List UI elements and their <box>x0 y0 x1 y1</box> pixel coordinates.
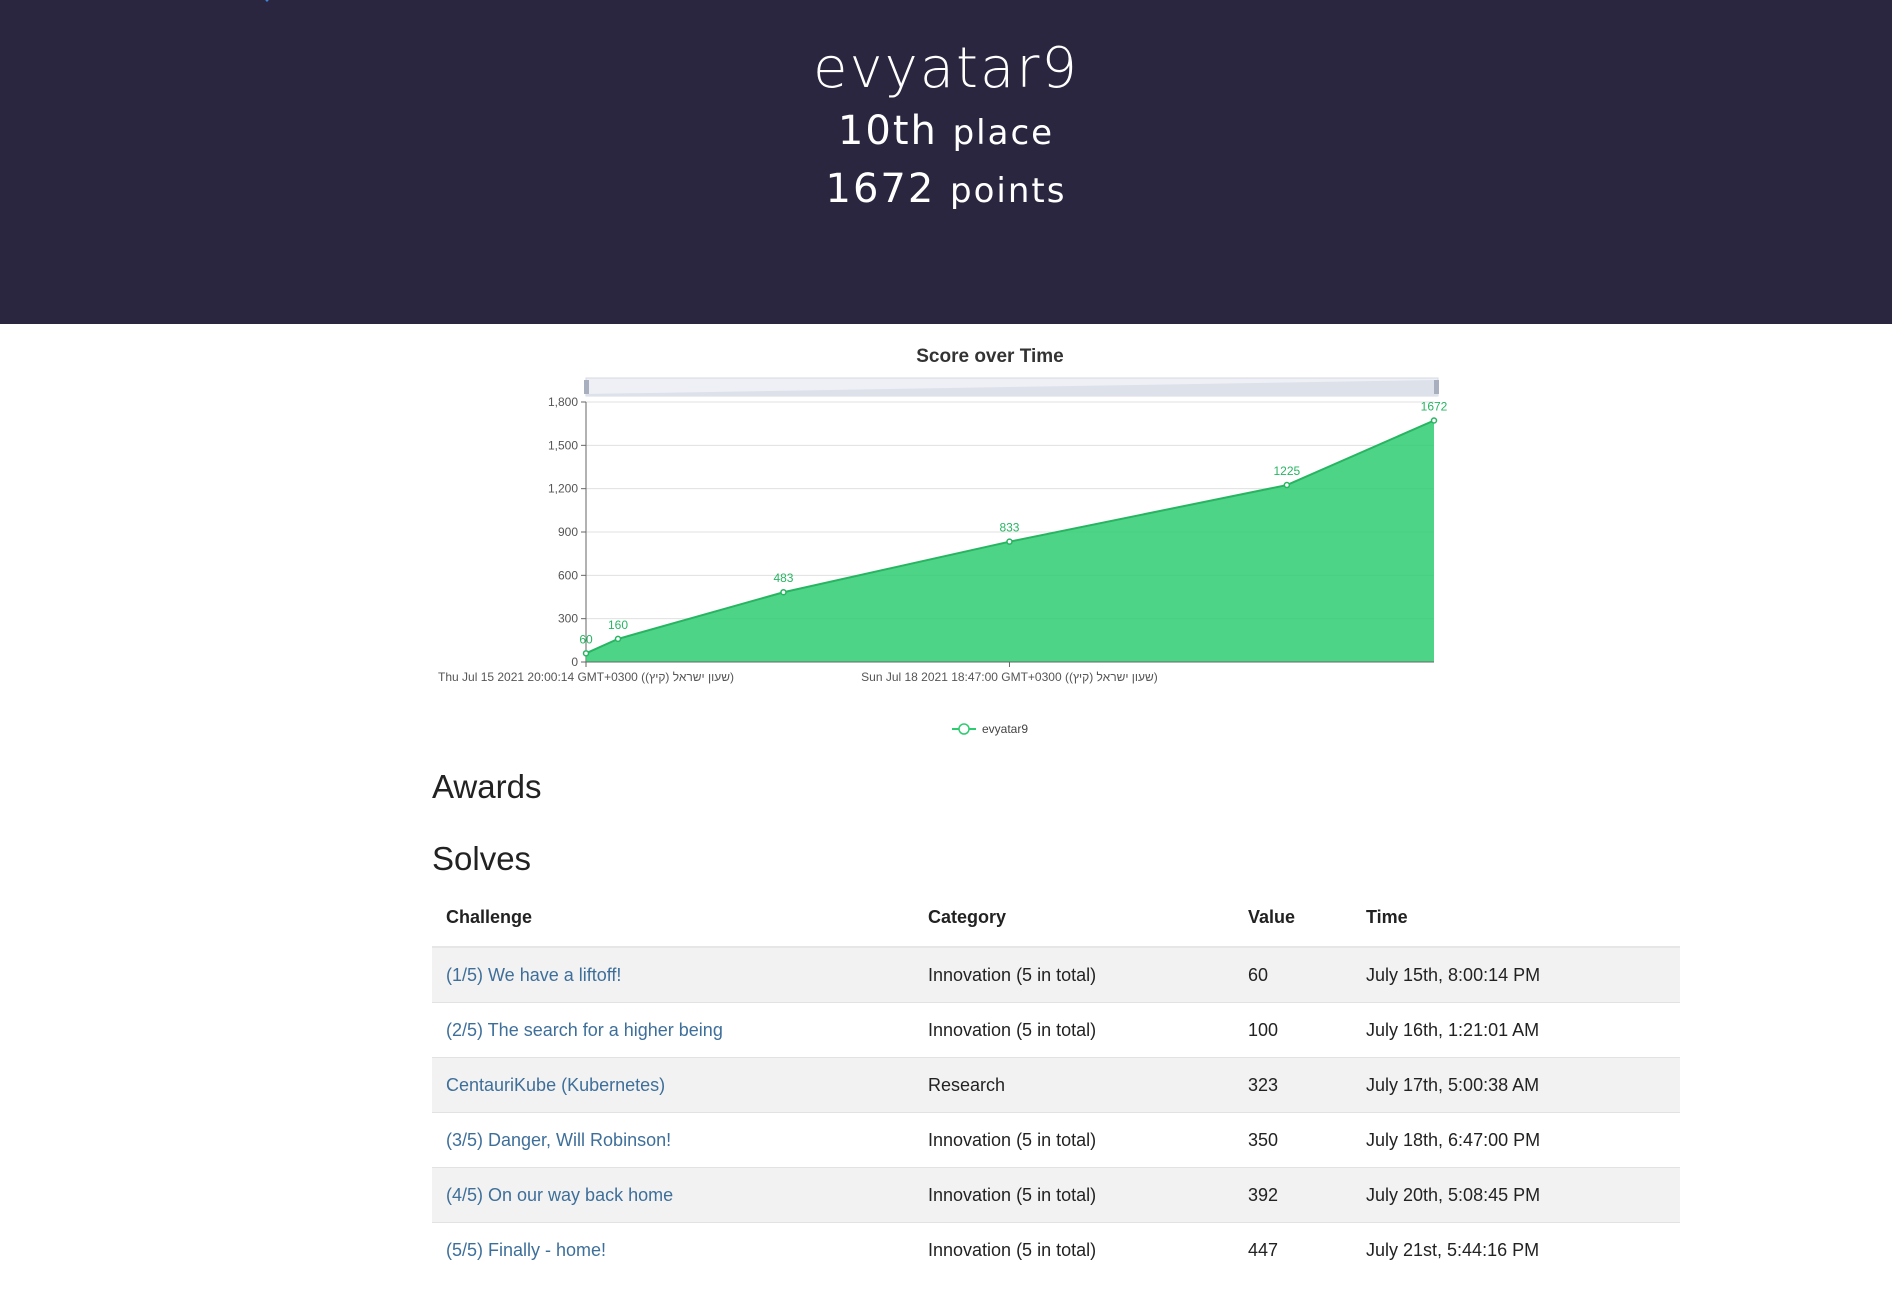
points-line: 1672 points <box>0 166 1892 212</box>
column-header-category: Category <box>914 888 1234 948</box>
zoom-handle-right[interactable] <box>1434 380 1439 394</box>
solves-heading: Solves <box>432 840 532 877</box>
table-row: (1/5) We have a liftoff! Innovation (5 i… <box>432 946 1680 1003</box>
zoom-slider[interactable] <box>584 377 1439 397</box>
challenge-cell: (3/5) Danger, Will Robinson! <box>432 1112 914 1168</box>
challenge-cell: (4/5) On our way back home <box>432 1167 914 1223</box>
time-cell: July 20th, 5:08:45 PM <box>1352 1167 1680 1223</box>
challenge-link[interactable]: CentauriKube (Kubernetes) <box>446 1075 665 1095</box>
navbar-remnant <box>0 0 1892 10</box>
chart-title: Score over Time <box>916 346 1064 367</box>
table-row: (4/5) On our way back home Innovation (5… <box>432 1167 1680 1223</box>
data-point[interactable] <box>1430 417 1438 424</box>
column-header-time: Time <box>1352 888 1680 948</box>
y-tick-label: 0 <box>571 655 578 669</box>
points-word: points <box>950 171 1067 211</box>
data-point[interactable] <box>780 588 787 596</box>
data-label: 1672 <box>1421 399 1448 413</box>
value-cell: 350 <box>1234 1112 1352 1168</box>
data-point[interactable] <box>1006 538 1013 545</box>
x-tick-label: Thu Jul 15 2021 20:00:14 GMT+0300 (שעון … <box>438 670 734 684</box>
place-value: 10th <box>837 108 938 154</box>
time-cell: July 17th, 5:00:38 AM <box>1352 1057 1680 1113</box>
y-tick-label: 300 <box>558 612 578 626</box>
challenge-link[interactable]: (3/5) Danger, Will Robinson! <box>446 1130 671 1150</box>
data-point[interactable] <box>614 635 622 643</box>
awards-heading: Awards <box>432 768 542 805</box>
table-header-row: Challenge Category Value Time <box>432 888 1680 948</box>
value-cell: 100 <box>1234 1002 1352 1058</box>
data-label: 60 <box>579 632 593 646</box>
table-row: (3/5) Danger, Will Robinson! Innovation … <box>432 1112 1680 1168</box>
data-label: 1225 <box>1274 464 1301 478</box>
logo-icon[interactable] <box>252 0 282 8</box>
challenge-cell: (5/5) Finally - home! <box>432 1222 914 1277</box>
time-cell: July 15th, 8:00:14 PM <box>1352 946 1680 1003</box>
score-chart: Score over Time 0 300 600 900 1,200 1,500 1,80… <box>0 324 1892 764</box>
time-cell: July 21st, 5:44:16 PM <box>1352 1222 1680 1277</box>
y-tick-label: 1,200 <box>548 482 578 496</box>
data-label: 483 <box>773 571 793 585</box>
time-cell: July 16th, 1:21:01 AM <box>1352 1002 1680 1058</box>
user-name: evyatar9 <box>813 36 1079 101</box>
data-label: 160 <box>608 618 628 632</box>
value-cell: 447 <box>1234 1222 1352 1277</box>
data-label: 833 <box>999 521 1019 535</box>
column-header-challenge: Challenge <box>432 888 914 948</box>
score-chart-svg: Score over Time 0 300 600 900 1,200 1,500 1,80… <box>438 346 1448 736</box>
category-cell: Innovation (5 in total) <box>914 946 1234 1003</box>
challenge-link[interactable]: (4/5) On our way back home <box>446 1185 673 1205</box>
category-cell: Research <box>914 1057 1234 1113</box>
column-header-value: Value <box>1234 888 1352 948</box>
zoom-handle-left[interactable] <box>584 380 589 394</box>
place-line: 10th place <box>0 108 1892 154</box>
challenge-link[interactable]: (2/5) The search for a higher being <box>446 1020 723 1040</box>
category-cell: Innovation (5 in total) <box>914 1222 1234 1277</box>
x-tick-label: Sun Jul 18 2021 18:47:00 GMT+0300 (שעון … <box>861 670 1158 684</box>
table-row: CentauriKube (Kubernetes) Research 323 J… <box>432 1057 1680 1113</box>
y-tick-label: 900 <box>558 525 578 539</box>
challenge-cell: (2/5) The search for a higher being <box>432 1002 914 1058</box>
data-point[interactable] <box>582 650 590 657</box>
place-word: place <box>952 113 1055 153</box>
table-row: (2/5) The search for a higher being Inno… <box>432 1002 1680 1058</box>
legend-label[interactable]: evyatar9 <box>982 722 1028 736</box>
solves-table: Challenge Category Value Time (1/5) We h… <box>432 888 1680 1277</box>
points-value: 1672 <box>825 166 936 212</box>
category-cell: Innovation (5 in total) <box>914 1167 1234 1223</box>
value-cell: 392 <box>1234 1167 1352 1223</box>
table-row: (5/5) Finally - home! Innovation (5 in t… <box>432 1222 1680 1277</box>
category-cell: Innovation (5 in total) <box>914 1112 1234 1168</box>
y-tick-label: 1,800 <box>548 395 578 409</box>
challenge-link[interactable]: (1/5) We have a liftoff! <box>446 965 621 985</box>
value-cell: 323 <box>1234 1057 1352 1113</box>
y-tick-label: 1,500 <box>548 438 578 452</box>
challenge-cell: CentauriKube (Kubernetes) <box>432 1057 914 1113</box>
time-cell: July 18th, 6:47:00 PM <box>1352 1112 1680 1168</box>
challenge-cell: (1/5) We have a liftoff! <box>432 946 914 1003</box>
challenge-link[interactable]: (5/5) Finally - home! <box>446 1240 606 1260</box>
data-point[interactable] <box>1283 481 1291 489</box>
legend-marker[interactable] <box>958 723 970 735</box>
y-tick-label: 600 <box>558 568 578 582</box>
category-cell: Innovation (5 in total) <box>914 1002 1234 1058</box>
profile-header: evyatar9 10th place 1672 points <box>0 0 1892 324</box>
value-cell: 60 <box>1234 946 1352 1003</box>
